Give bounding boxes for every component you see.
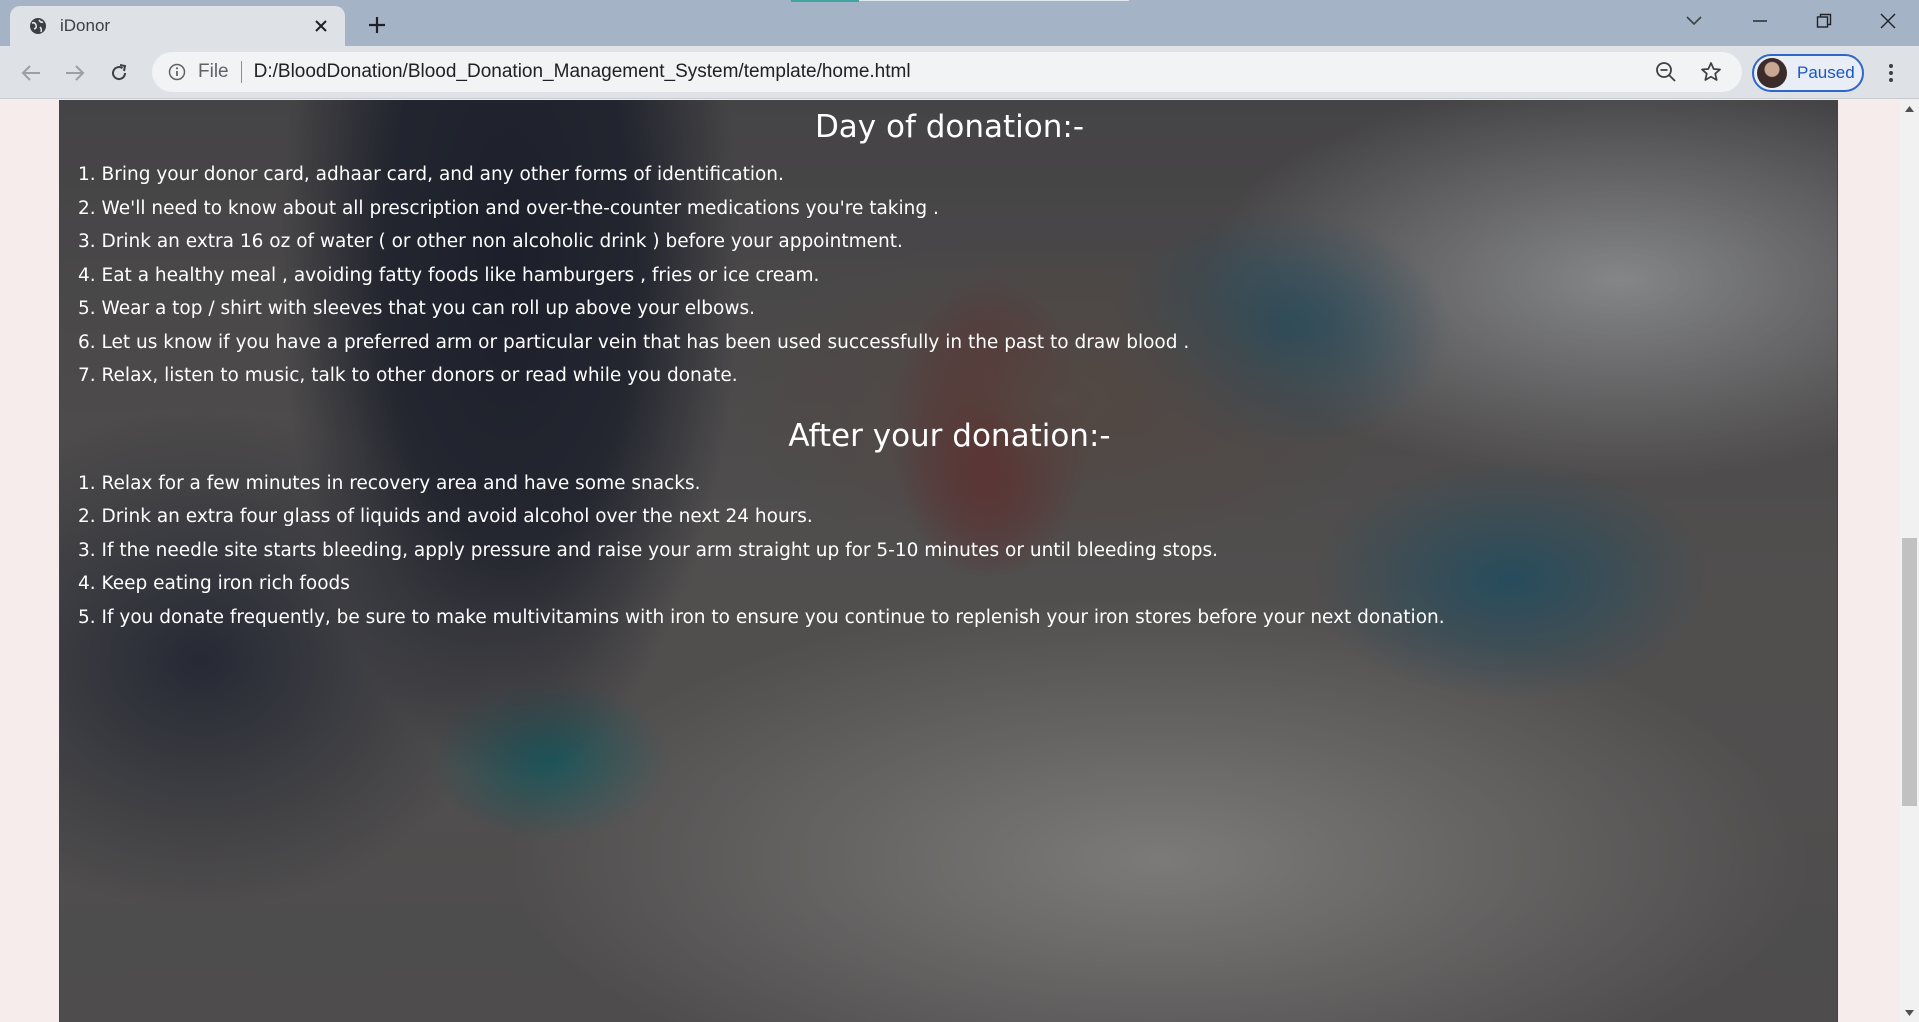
tab-title: iDonor	[60, 16, 111, 35]
list-item: 4. Eat a healthy meal , avoiding fatty f…	[78, 264, 820, 286]
page-viewport: Day of donation:- 1. Bring your donor ca…	[0, 100, 1900, 1022]
list-item: 2. We'll need to know about all prescrip…	[78, 197, 939, 219]
globe-icon	[28, 16, 48, 36]
donation-info-content: Day of donation:- 1. Bring your donor ca…	[60, 100, 1837, 634]
browser-toolbar: File D:/BloodDonation/Blood_Donation_Man…	[0, 46, 1919, 99]
day-of-donation-list: 1. Bring your donor card, adhaar card, a…	[78, 158, 1837, 393]
url-text[interactable]: D:/BloodDonation/Blood_Donation_Manageme…	[254, 61, 1652, 83]
profile-status-label: Paused	[1797, 63, 1855, 82]
tab-strip-accent	[791, 0, 859, 2]
list-item: 7. Relax, listen to music, talk to other…	[78, 365, 738, 386]
list-item: 1. Relax for a few minutes in recovery a…	[78, 472, 701, 494]
after-donation-list: 1. Relax for a few minutes in recovery a…	[78, 467, 1837, 635]
close-icon[interactable]	[309, 14, 333, 38]
browser-titlebar: iDonor	[0, 0, 1919, 46]
list-item: 5. Wear a top / shirt with sleeves that …	[78, 298, 756, 319]
list-item: 6. Let us know if you have a preferred a…	[78, 331, 1190, 353]
donation-info-section: Day of donation:- 1. Bring your donor ca…	[59, 100, 1838, 1022]
url-scheme-label: File	[198, 61, 229, 82]
scroll-up-icon[interactable]	[1900, 100, 1919, 118]
profile-button[interactable]: Paused	[1752, 54, 1864, 92]
list-item: 2. Drink an extra four glass of liquids …	[78, 506, 813, 527]
list-item: 3. If the needle site starts bleeding, a…	[78, 539, 1219, 561]
star-icon[interactable]	[1697, 58, 1725, 86]
list-item: 3. Drink an extra 16 oz of water ( or ot…	[78, 231, 903, 252]
avatar	[1757, 58, 1787, 88]
plus-icon[interactable]	[362, 10, 392, 40]
zoom-icon[interactable]	[1652, 58, 1680, 86]
restore-icon[interactable]	[1806, 6, 1842, 36]
list-item: 1. Bring your donor card, adhaar card, a…	[78, 164, 784, 185]
vertical-scrollbar[interactable]	[1900, 100, 1919, 1022]
scroll-down-icon[interactable]	[1900, 1004, 1919, 1022]
info-icon[interactable]	[166, 61, 188, 83]
close-icon[interactable]	[1870, 6, 1906, 36]
list-item: 5. If you donate frequently, be sure to …	[78, 606, 1445, 628]
tab-strip-accent-light	[859, 0, 1129, 1]
kebab-menu-icon[interactable]	[1876, 58, 1906, 88]
minimize-icon[interactable]	[1742, 6, 1778, 36]
day-of-donation-heading: Day of donation:-	[814, 109, 1085, 145]
back-arrow-icon[interactable]	[16, 58, 46, 88]
list-item: 4. Keep eating iron rich foods	[78, 573, 350, 594]
forward-arrow-icon[interactable]	[60, 58, 90, 88]
reload-icon[interactable]	[104, 58, 134, 88]
omnibox-separator	[240, 61, 242, 83]
chevron-down-icon[interactable]	[1676, 6, 1712, 36]
after-donation-heading: After your donation:-	[788, 417, 1111, 454]
browser-tab-idonor[interactable]: iDonor	[10, 6, 345, 46]
address-bar[interactable]: File D:/BloodDonation/Blood_Donation_Man…	[152, 52, 1742, 92]
scrollbar-thumb[interactable]	[1902, 538, 1917, 806]
